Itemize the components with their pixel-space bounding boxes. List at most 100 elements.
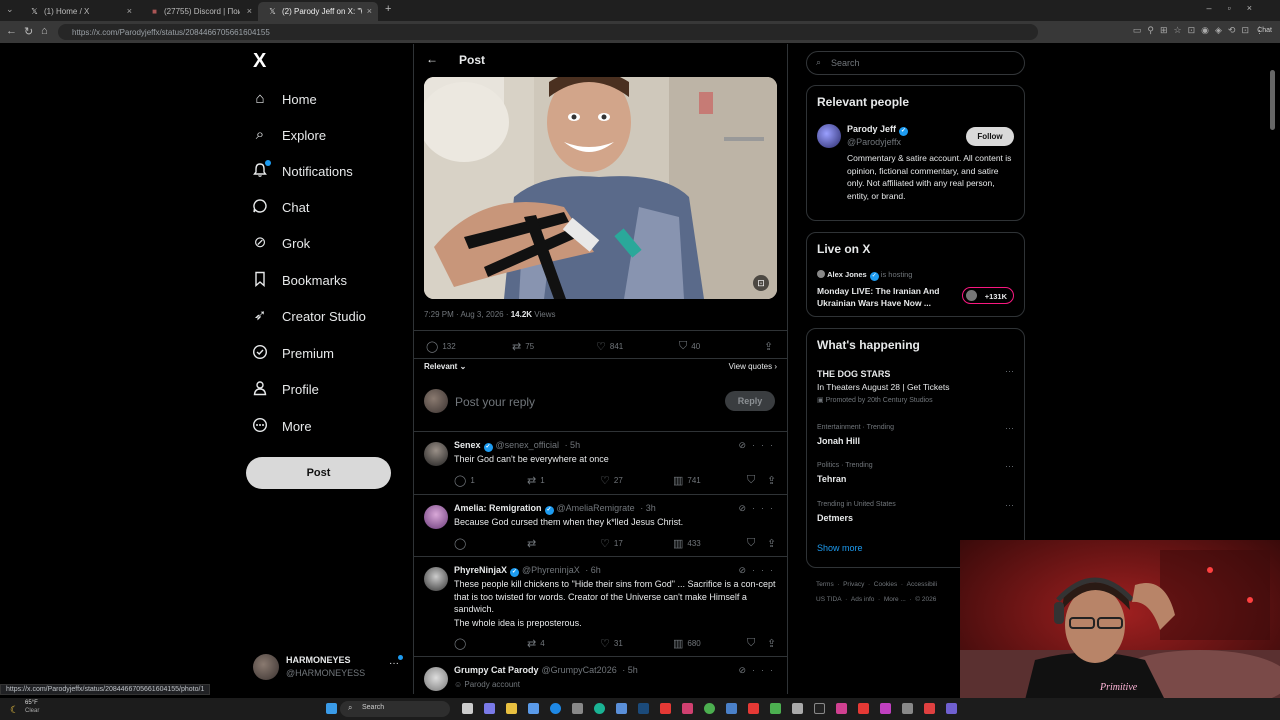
x-logo-icon[interactable]: X <box>253 50 266 73</box>
app-icon[interactable] <box>880 703 891 714</box>
avatar[interactable] <box>817 124 841 148</box>
firefox-icon[interactable] <box>550 703 561 714</box>
share-button[interactable]: ⇪ <box>767 537 776 550</box>
tab-parody-jeff[interactable]: 𝕏 (2) Parody Jeff on X: "Why do the × <box>258 2 378 21</box>
sort-replies-dropdown[interactable]: Relevant ⌄ <box>424 362 466 371</box>
app-icon[interactable] <box>616 703 627 714</box>
bookmark-button[interactable]: ⛉ <box>747 537 755 550</box>
reply-item[interactable]: Amelia: Remigration ✓ @AmeliaRemigrate · 3… <box>414 503 787 557</box>
youtube-icon[interactable] <box>660 703 671 714</box>
show-more-link[interactable]: Show more <box>817 543 863 553</box>
like-button[interactable]: ♡ 17 <box>600 537 623 550</box>
back-arrow-icon[interactable]: ← <box>6 25 17 37</box>
nav-item-notifications[interactable]: Notifications <box>251 156 411 186</box>
task-view-icon[interactable] <box>462 703 473 714</box>
like-button[interactable]: ♡ 27 <box>600 474 623 487</box>
chrome-icon[interactable] <box>704 703 715 714</box>
reply-tools[interactable]: ⊘··· <box>738 503 779 514</box>
grok-icon[interactable]: ⊘ <box>738 440 752 450</box>
tab-home-x[interactable]: 𝕏 (1) Home / X × <box>20 2 138 21</box>
nav-item-chat[interactable]: Chat <box>251 192 411 222</box>
steam-icon[interactable] <box>638 703 649 714</box>
nav-item-grok[interactable]: ⊘ Grok <box>251 228 411 258</box>
repost-button[interactable]: ⇄ 4 <box>527 637 545 650</box>
reply-submit-button[interactable]: Reply <box>725 391 775 411</box>
more-dots-icon[interactable]: ··· <box>1005 366 1014 376</box>
grok-icon[interactable]: ⊘ <box>738 665 752 675</box>
share-button[interactable]: ⇪ <box>767 637 776 650</box>
repost-button[interactable]: ⇄ 75 <box>512 340 534 353</box>
nav-item-creator-studio[interactable]: ➶ Creator Studio <box>251 301 411 331</box>
nav-item-home[interactable]: ⌂ Home <box>251 84 411 114</box>
reply-item[interactable]: Senex ✓ @senex_official · 5h ⊘··· Their Go… <box>414 440 787 494</box>
reload-icon[interactable]: ↻ <box>24 25 33 38</box>
back-arrow-icon[interactable]: ← <box>426 52 438 66</box>
more-dots-icon[interactable]: ··· <box>389 658 399 669</box>
window-controls[interactable]: –▫× <box>1207 3 1268 13</box>
reply-item[interactable]: PhyreNinjaX ✓ @PhyreninjaX · 6h ⊘··· These… <box>414 565 787 655</box>
compose-post-button[interactable]: Post <box>246 457 391 489</box>
reply-author[interactable]: Amelia: Remigration ✓ @AmeliaRemigrate · 3… <box>454 503 656 515</box>
reply-button[interactable]: ◯ <box>454 637 466 650</box>
reply-author[interactable]: Grumpy Cat Parody @GrumpyCat2026 · 5h <box>454 665 638 675</box>
taskbar-search-input[interactable]: ⌕ Search <box>340 701 450 717</box>
live-title-text[interactable]: Monday LIVE: The Iranian And Ukrainian W… <box>817 285 962 309</box>
search-input[interactable]: ⌕ Search <box>806 51 1025 75</box>
live-listeners-badge[interactable]: +131K <box>962 287 1014 304</box>
reply-input[interactable]: Post your reply <box>455 395 535 409</box>
grok-icon[interactable]: ⊘ <box>738 503 752 513</box>
views-button[interactable]: ▥ 680 <box>673 637 701 650</box>
live-host[interactable]: Alex Jones ✓ is hosting <box>817 270 912 281</box>
store-icon[interactable] <box>528 703 539 714</box>
close-icon[interactable]: × <box>247 6 252 16</box>
bookmark-button[interactable]: ⛉ <box>747 474 755 487</box>
app-icon[interactable] <box>814 703 825 714</box>
bookmark-button[interactable]: ⛉ 40 <box>679 340 700 353</box>
person-name[interactable]: Parody Jeff ✓ <box>847 124 909 136</box>
more-dots-icon[interactable]: ··· <box>752 503 779 513</box>
nav-item-premium[interactable]: Premium <box>251 338 411 368</box>
nav-item-bookmarks[interactable]: Bookmarks <box>251 265 411 295</box>
nav-item-explore[interactable]: ⌕ Explore <box>251 120 411 150</box>
account-switcher[interactable]: HARMONEYES @HARMONEYESS ··· <box>253 650 413 686</box>
app-icon[interactable] <box>946 703 957 714</box>
reply-author[interactable]: Senex ✓ @senex_official · 5h <box>454 440 580 452</box>
bookmark-button[interactable]: ⛉ <box>747 637 755 650</box>
post-image[interactable]: ⊡ <box>424 77 777 299</box>
weather-widget[interactable]: ☾ 65°F Clear <box>10 700 39 718</box>
nav-item-more[interactable]: More <box>251 411 411 441</box>
app-icon[interactable] <box>572 703 583 714</box>
image-tag-icon[interactable]: ⊡ <box>753 275 769 291</box>
views-button[interactable]: ▥ 433 <box>673 537 701 550</box>
more-dots-icon[interactable]: ··· <box>1005 461 1014 471</box>
app-icon[interactable] <box>748 703 759 714</box>
copilot-icon[interactable] <box>484 703 495 714</box>
nav-item-profile[interactable]: Profile <box>251 374 411 404</box>
url-input[interactable]: https://x.com/Parodyjeffx/status/2084466… <box>58 24 1038 40</box>
reply-button[interactable]: ◯ 132 <box>426 340 456 353</box>
reply-item[interactable]: Grumpy Cat Parody @GrumpyCat2026 · 5h ⊘··… <box>414 665 787 694</box>
windows-start-icon[interactable] <box>326 703 337 714</box>
file-explorer-icon[interactable] <box>506 703 517 714</box>
reply-button[interactable]: ◯ <box>454 537 466 550</box>
like-button[interactable]: ♡ 841 <box>596 340 623 353</box>
more-dots-icon[interactable]: ··· <box>1005 500 1014 510</box>
tab-discord[interactable]: ■ (27755) Discord | Поиски | CellFi × <box>140 2 258 21</box>
xbox-icon[interactable] <box>770 703 781 714</box>
app-icon[interactable] <box>726 703 737 714</box>
chat-extension-label[interactable]: Chat <box>1257 27 1272 34</box>
like-button[interactable]: ♡ 31 <box>600 637 623 650</box>
app-icon[interactable] <box>858 703 869 714</box>
close-icon[interactable]: × <box>367 6 372 16</box>
share-button[interactable]: ⇪ <box>764 340 773 353</box>
grok-icon[interactable]: ⊘ <box>738 565 752 575</box>
view-quotes-link[interactable]: View quotes › <box>729 362 777 371</box>
reply-button[interactable]: ◯ 1 <box>454 474 475 487</box>
share-button[interactable]: ⇪ <box>767 474 776 487</box>
reply-tools[interactable]: ⊘··· <box>738 565 779 576</box>
repost-button[interactable]: ⇄ 1 <box>527 474 545 487</box>
more-dots-icon[interactable]: ··· <box>752 440 779 450</box>
reply-tools[interactable]: ⊘··· <box>738 440 779 451</box>
close-icon[interactable]: × <box>127 6 132 16</box>
more-dots-icon[interactable]: ··· <box>752 665 779 675</box>
